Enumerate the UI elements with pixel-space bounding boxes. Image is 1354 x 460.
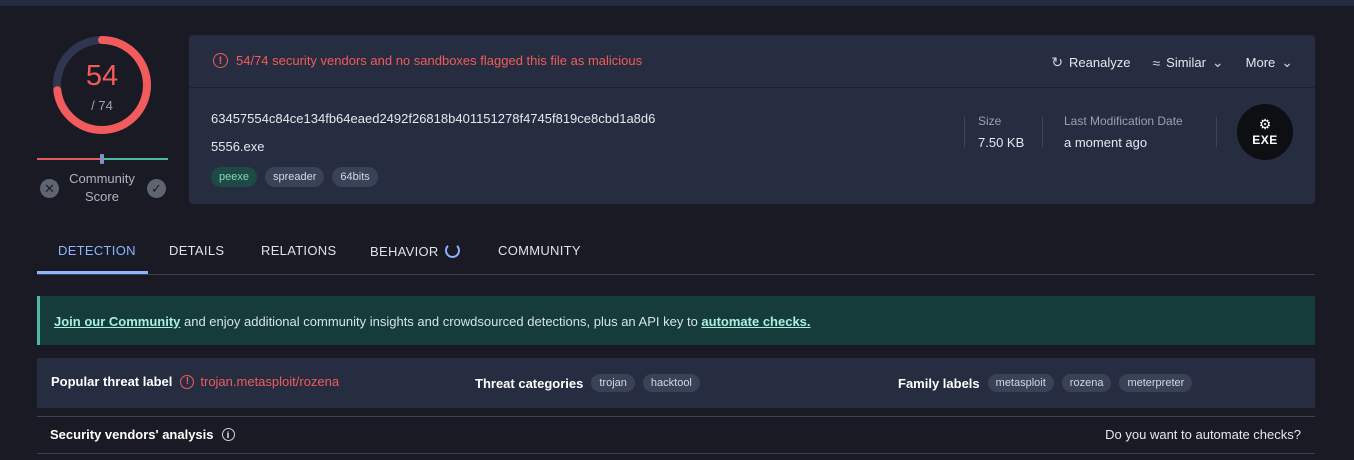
- file-tag[interactable]: peexe: [211, 167, 257, 187]
- file-type-label: EXE: [1252, 133, 1278, 147]
- info-icon[interactable]: i: [221, 428, 235, 441]
- active-tab-indicator: [37, 271, 148, 274]
- similar-icon: ≈: [1152, 54, 1161, 71]
- meta-divider: [964, 117, 965, 147]
- tab-behavior[interactable]: BEHAVIOR: [370, 243, 460, 259]
- family-labels-group: Family labels metasploit rozena meterpre…: [898, 374, 1193, 392]
- tab-detection[interactable]: DETECTION: [58, 243, 136, 258]
- tab-community[interactable]: COMMUNITY: [498, 243, 581, 258]
- vote-harmless-icon[interactable]: ✓: [147, 179, 166, 198]
- modification-date-label: Last Modification Date: [1064, 114, 1183, 128]
- file-tags: peexe spreader 64bits: [211, 167, 378, 187]
- vendors-analysis-header: Security vendors' analysis i Do you want…: [37, 416, 1315, 454]
- automate-checks-prompt[interactable]: Do you want to automate checks?: [1105, 427, 1301, 442]
- modification-date-value: a moment ago: [1064, 135, 1148, 150]
- community-score-label: Community Score: [69, 171, 135, 204]
- file-hash[interactable]: 63457554c84ce134fb64eaed2492f26818b40115…: [211, 111, 655, 126]
- meta-divider: [1042, 117, 1043, 147]
- exe-icon: ⚙: [1258, 116, 1272, 132]
- file-tag[interactable]: spreader: [264, 167, 325, 187]
- automate-checks-link[interactable]: automate checks.: [701, 314, 810, 329]
- detection-total: / 74: [91, 98, 113, 113]
- tab-behavior-label: BEHAVIOR: [370, 244, 439, 259]
- size-value: 7.50 KB: [978, 135, 1025, 150]
- top-bar: [0, 0, 1354, 6]
- family-label-chip[interactable]: meterpreter: [1119, 374, 1193, 392]
- malicious-alert: ! 54/74 security vendors and no sandboxe…: [213, 53, 642, 68]
- family-label-chip[interactable]: metasploit: [987, 374, 1054, 392]
- tab-relations[interactable]: RELATIONS: [261, 243, 336, 258]
- more-button[interactable]: More ⌄: [1246, 54, 1293, 71]
- reanalyze-label: Reanalyze: [1069, 55, 1131, 70]
- community-score-bar-positive: [103, 158, 168, 160]
- header-actions: ↻ Reanalyze ≈ Similar ⌄ More ⌄: [1051, 54, 1293, 71]
- tab-bar: DETECTION DETAILS RELATIONS BEHAVIOR COM…: [37, 228, 1315, 275]
- loading-spinner-icon: [444, 243, 460, 258]
- card-divider: [189, 87, 1315, 88]
- chevron-down-icon: ⌄: [1211, 54, 1224, 70]
- threat-categories-heading: Threat categories: [475, 375, 584, 391]
- popular-threat-text: trojan.metasploit/rozena: [200, 374, 340, 389]
- file-type-badge: ⚙ EXE: [1237, 104, 1293, 160]
- community-score-bar-negative: [37, 158, 103, 160]
- vendors-analysis-label: Security vendors' analysis: [50, 427, 214, 442]
- file-summary-card: ! 54/74 security vendors and no sandboxe…: [189, 35, 1315, 204]
- refresh-icon: ↻: [1051, 54, 1064, 70]
- alert-text: 54/74 security vendors and no sandboxes …: [236, 53, 643, 68]
- vote-harmful-icon[interactable]: ✕: [40, 179, 59, 198]
- popular-threat-value[interactable]: ! trojan.metasploit/rozena: [180, 374, 339, 389]
- detection-score: 54: [85, 60, 119, 92]
- tab-details[interactable]: DETAILS: [169, 243, 224, 258]
- community-score-marker: [100, 154, 104, 164]
- alert-icon: !: [213, 53, 228, 68]
- threat-category-chip[interactable]: trojan: [591, 374, 635, 392]
- file-tag[interactable]: 64bits: [332, 167, 378, 187]
- threat-summary-row: Popular threat label ! trojan.metasploit…: [37, 358, 1315, 408]
- popular-threat-label-group: Popular threat label ! trojan.metasploit…: [51, 374, 339, 389]
- banner-middle-text: and enjoy additional community insights …: [180, 314, 702, 329]
- more-label: More: [1245, 55, 1276, 70]
- popular-threat-label-heading: Popular threat label: [51, 374, 173, 389]
- threat-category-chip[interactable]: hacktool: [642, 374, 700, 392]
- similar-button[interactable]: ≈ Similar ⌄: [1152, 54, 1223, 71]
- community-banner: Join our Community and enjoy additional …: [37, 296, 1315, 345]
- threat-categories-group: Threat categories trojan hacktool: [475, 374, 700, 392]
- join-community-link[interactable]: Join our Community: [54, 314, 180, 329]
- reanalyze-button[interactable]: ↻ Reanalyze: [1051, 54, 1130, 71]
- family-labels-heading: Family labels: [898, 375, 980, 391]
- chevron-down-icon: ⌄: [1281, 54, 1293, 70]
- warning-icon: !: [180, 374, 195, 389]
- similar-label: Similar: [1166, 55, 1206, 70]
- banner-text: Join our Community and enjoy additional …: [54, 314, 811, 329]
- size-label: Size: [978, 114, 1002, 128]
- family-label-chip[interactable]: rozena: [1061, 374, 1112, 392]
- meta-divider: [1216, 117, 1217, 147]
- file-name: 5556.exe: [211, 139, 265, 154]
- vendors-analysis-title: Security vendors' analysis i: [50, 427, 235, 442]
